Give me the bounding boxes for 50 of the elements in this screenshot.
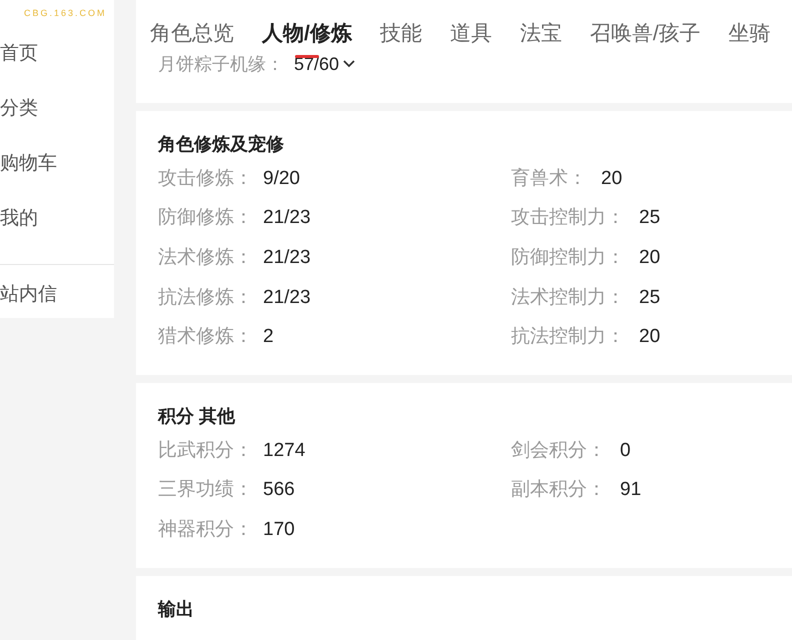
field-value: 170 [263, 518, 295, 542]
field-label: 防御控制力： [511, 246, 625, 270]
sidebar-item[interactable]: 我的 [0, 199, 114, 254]
chevron-down-icon [342, 59, 356, 69]
sidebar-item[interactable]: 分类 [0, 89, 114, 144]
field-label: 剑会积分： [511, 438, 606, 463]
section-title: 输出 [158, 598, 195, 621]
field-value: 9/20 [263, 166, 300, 191]
field-label: 育兽术： [511, 166, 587, 191]
field-label: 攻击修炼： [158, 166, 254, 191]
field-label: 神器积分： [158, 518, 254, 542]
field-value: 21/23 [263, 286, 311, 310]
field-value: 20 [639, 246, 660, 270]
field-value: 21/23 [263, 246, 311, 270]
sidebar-item[interactable]: 购物车 [0, 144, 114, 199]
field-value: 0 [620, 438, 631, 463]
field-value: 20 [639, 325, 660, 350]
field-label: 防御修炼： [158, 206, 254, 230]
field-label: 抗法控制力： [511, 325, 625, 350]
field-label: 副本积分： [511, 478, 606, 502]
tab[interactable]: 角色总览 [150, 18, 234, 50]
tab[interactable]: 技能 [380, 18, 422, 50]
tab[interactable]: 法宝 [520, 18, 562, 50]
tab[interactable]: 坐骑 [728, 18, 771, 50]
field-value: 2 [263, 325, 274, 350]
field-value: 20 [601, 166, 622, 191]
field-value: 25 [639, 206, 660, 230]
field-label: 抗法修炼： [158, 286, 254, 310]
section-title: 积分 其他 [158, 405, 236, 428]
field-value: 566 [263, 478, 295, 502]
tab-underline [294, 55, 319, 58]
field-label: 三界功绩： [158, 478, 254, 502]
field-label: 攻击控制力： [511, 206, 625, 230]
field-value: 1274 [263, 438, 306, 463]
field-label: 猎术修炼： [158, 325, 254, 350]
logo-text: CBG.163.COM [24, 8, 107, 18]
field-label: 月饼粽子机缘： [158, 53, 284, 76]
sidebar-item[interactable]: 站内信 [0, 275, 114, 320]
section-title: 角色修炼及宠修 [158, 133, 285, 156]
field-value: 25 [639, 286, 660, 310]
tab[interactable]: 人物/修炼 [262, 18, 352, 50]
tab[interactable]: 召唤兽/孩子 [590, 18, 701, 50]
sidebar-item[interactable]: 首页 [0, 34, 114, 89]
value-dropdown[interactable]: 57/60 [294, 52, 356, 76]
field-label: 法术修炼： [158, 246, 254, 270]
field-label: 法术控制力： [511, 286, 625, 310]
field-value: 91 [620, 478, 642, 502]
field-value: 21/23 [263, 206, 311, 230]
field-label: 比武积分： [158, 438, 254, 463]
tab[interactable]: 道具 [450, 18, 492, 50]
